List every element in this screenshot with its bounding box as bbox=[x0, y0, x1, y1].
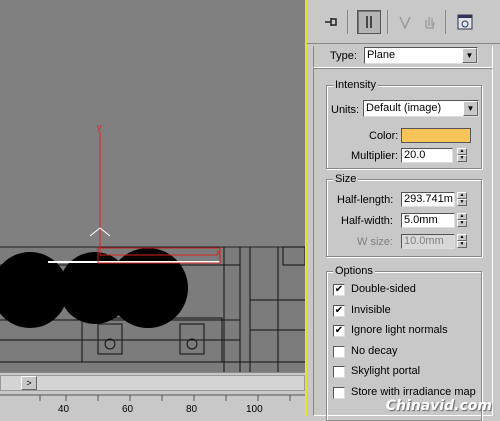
viewport[interactable]: y x bbox=[0, 0, 305, 372]
option-label: Skylight portal bbox=[351, 365, 421, 377]
viewport-scene bbox=[0, 132, 305, 372]
color-swatch[interactable] bbox=[401, 128, 471, 143]
option-checkbox[interactable] bbox=[333, 345, 345, 358]
type-label: Type: bbox=[330, 50, 357, 62]
configure-icon[interactable] bbox=[453, 10, 477, 34]
half-length-field[interactable]: 293.741m bbox=[401, 192, 455, 207]
pin-icon[interactable] bbox=[319, 10, 343, 34]
tick-label: 100 bbox=[246, 404, 263, 415]
units-value: Default (image) bbox=[366, 102, 442, 114]
funnel-icon[interactable] bbox=[393, 10, 417, 34]
option-checkbox[interactable] bbox=[333, 386, 345, 399]
option-checkbox[interactable]: ✔ bbox=[333, 325, 345, 337]
multiplier-label: Multiplier: bbox=[351, 150, 399, 162]
options-title: Options bbox=[333, 265, 375, 277]
w-size-label: W size: bbox=[357, 236, 394, 248]
option-checkbox[interactable]: ✔ bbox=[333, 304, 345, 317]
units-dropdown[interactable]: Default (image) ▼ bbox=[363, 100, 479, 117]
tick-label: 60 bbox=[122, 404, 134, 415]
tick-label: 80 bbox=[186, 404, 198, 415]
intensity-group: Intensity Units: Default (image) ▼ Color… bbox=[326, 79, 482, 169]
option-label: No decay bbox=[351, 344, 398, 357]
w-size-field[interactable]: 10.0mm bbox=[401, 234, 455, 249]
option-checkbox[interactable] bbox=[333, 366, 345, 378]
timeline-area: > 40 60 80 100 bbox=[0, 372, 305, 417]
time-slider[interactable]: > bbox=[0, 375, 305, 391]
time-slider-next-button[interactable]: > bbox=[21, 376, 37, 390]
modifier-stack-icon[interactable] bbox=[357, 10, 381, 34]
option-checkbox[interactable]: ✔ bbox=[333, 284, 345, 296]
size-title: Size bbox=[333, 173, 359, 185]
option-label: Ignore light normals bbox=[351, 324, 448, 336]
intensity-title: Intensity bbox=[333, 79, 378, 91]
chevron-down-icon: ▼ bbox=[463, 101, 478, 116]
half-width-spinner[interactable]: ▲ ▼ bbox=[457, 213, 467, 228]
half-length-label: Half-length: bbox=[337, 194, 394, 206]
axis-x-label: x bbox=[216, 247, 221, 257]
tick-label: 40 bbox=[58, 404, 70, 415]
option-label: Store with irradiance map bbox=[351, 385, 476, 398]
type-dropdown[interactable]: Plane ▼ bbox=[364, 47, 478, 64]
w-size-spinner[interactable]: ▲ ▼ bbox=[457, 234, 467, 249]
axis-y-label: y bbox=[97, 122, 102, 132]
modifier-toolbar bbox=[307, 0, 500, 44]
command-panel: Type: Plane ▼ Intensity Units: Default (… bbox=[305, 0, 500, 421]
hand-icon[interactable] bbox=[417, 10, 441, 34]
half-width-label: Half-width: bbox=[341, 215, 393, 227]
units-label: Units: bbox=[331, 104, 360, 116]
option-label: Double-sided bbox=[351, 283, 416, 295]
track-bar-ruler[interactable]: 40 60 80 100 bbox=[0, 393, 305, 417]
chevron-down-icon: ▼ bbox=[462, 48, 477, 63]
size-group: Size Half-length: 293.741m ▲ ▼ Half-width… bbox=[326, 173, 482, 257]
type-value: Plane bbox=[367, 49, 396, 61]
type-panel: Type: Plane ▼ bbox=[313, 46, 493, 68]
half-length-spinner[interactable]: ▲ ▼ bbox=[457, 192, 467, 207]
half-width-field[interactable]: 5.0mm bbox=[401, 213, 455, 228]
color-label: Color: bbox=[369, 130, 399, 142]
multiplier-field[interactable]: 20.0 bbox=[401, 148, 453, 163]
option-label: Invisible bbox=[351, 303, 391, 316]
parameters-rollout: Intensity Units: Default (image) ▼ Color… bbox=[313, 68, 493, 421]
multiplier-spinner[interactable]: ▲ ▼ bbox=[457, 148, 467, 163]
watermark: Chinavid.com bbox=[385, 398, 492, 414]
